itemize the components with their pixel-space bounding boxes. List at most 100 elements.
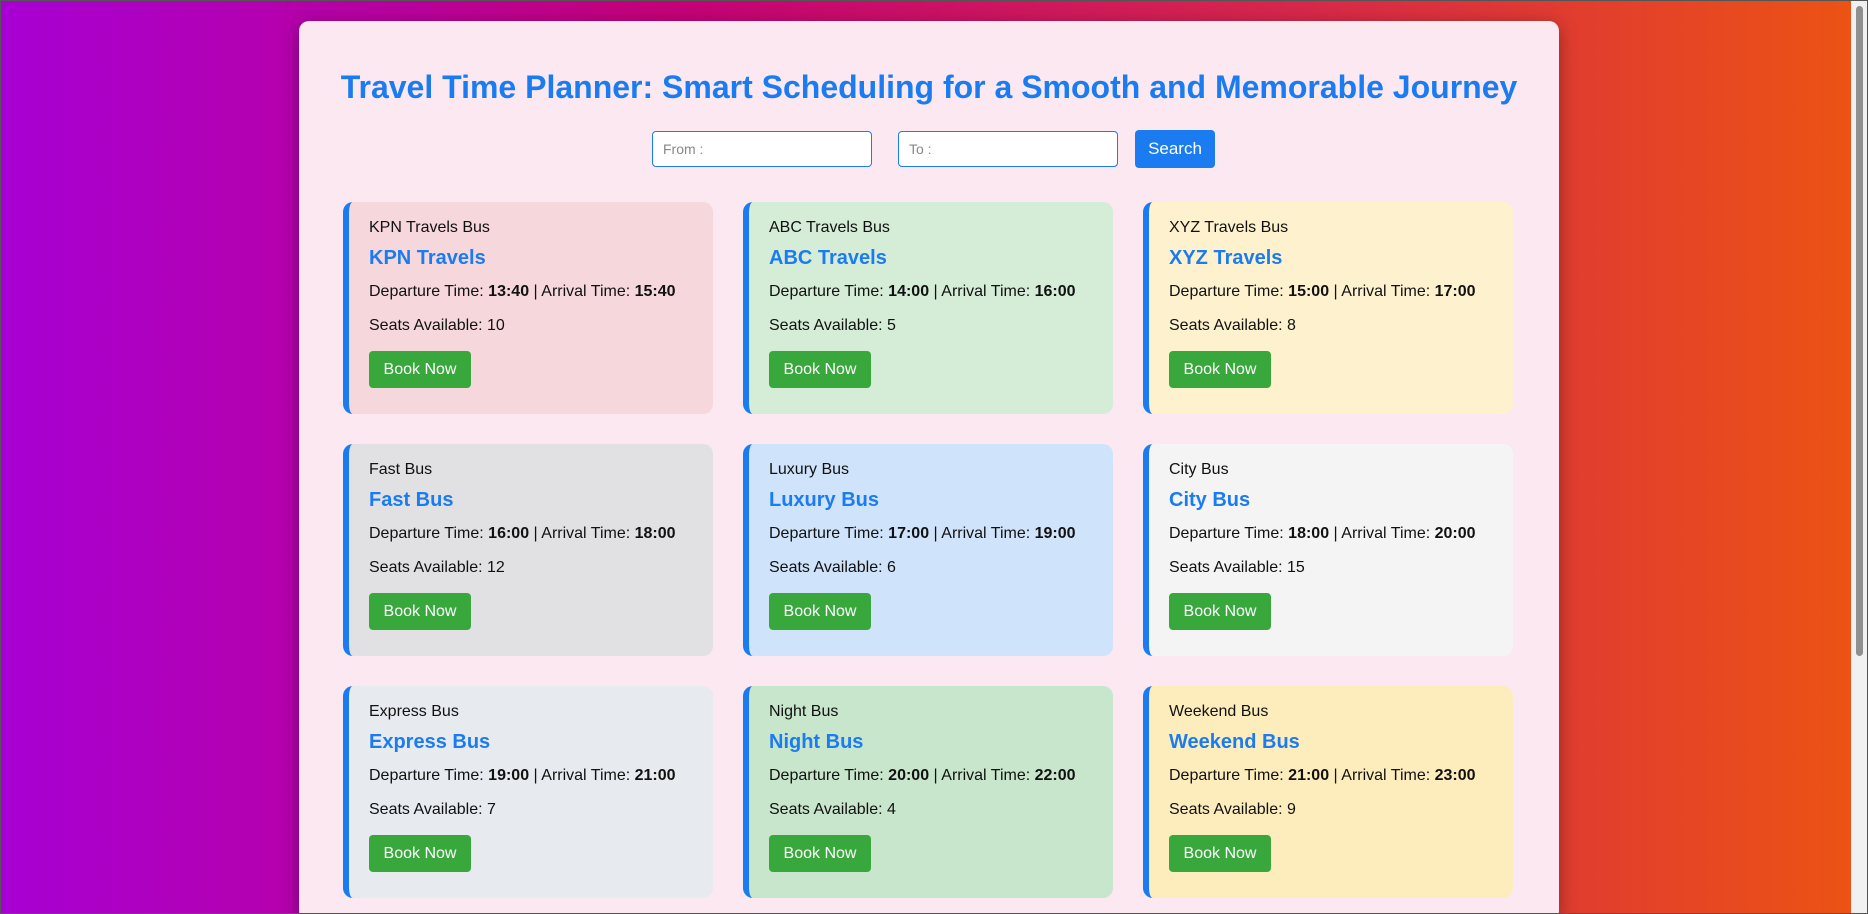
book-now-button[interactable]: Book Now — [1169, 593, 1271, 630]
arrival-time: 20:00 — [1434, 525, 1476, 542]
seats-available: Seats Available: 8 — [1169, 316, 1493, 336]
time-separator: | — [933, 525, 938, 542]
vertical-scrollbar[interactable] — [1851, 0, 1868, 914]
seats-label: Seats Available: — [369, 317, 483, 334]
departure-label: Departure Time: — [769, 767, 884, 784]
bus-schedule: Departure Time: 21:00 | Arrival Time: 23… — [1169, 766, 1493, 786]
departure-label: Departure Time: — [369, 767, 484, 784]
book-now-button[interactable]: Book Now — [369, 593, 471, 630]
seats-available: Seats Available: 5 — [769, 316, 1093, 336]
time-separator: | — [933, 283, 938, 300]
bus-schedule: Departure Time: 16:00 | Arrival Time: 18… — [369, 524, 693, 544]
arrival-time: 17:00 — [1434, 283, 1476, 300]
seats-available: Seats Available: 7 — [369, 800, 693, 820]
seats-label: Seats Available: — [1169, 559, 1283, 576]
time-separator: | — [533, 767, 538, 784]
search-button[interactable]: Search — [1135, 130, 1215, 168]
seats-count: 6 — [887, 559, 896, 576]
bus-schedule: Departure Time: 20:00 | Arrival Time: 22… — [769, 766, 1093, 786]
bus-card: City Bus City Bus Departure Time: 18:00 … — [1143, 444, 1513, 656]
arrival-time: 16:00 — [1034, 283, 1076, 300]
seats-label: Seats Available: — [769, 317, 883, 334]
bus-image: XYZ Travels Bus — [1169, 219, 1289, 236]
seats-available: Seats Available: 15 — [1169, 558, 1493, 578]
departure-label: Departure Time: — [369, 283, 484, 300]
seats-label: Seats Available: — [1169, 801, 1283, 818]
bus-card: KPN Travels Bus KPN Travels Departure Ti… — [343, 202, 713, 414]
seats-count: 12 — [487, 559, 505, 576]
arrival-label: Arrival Time: — [941, 525, 1031, 542]
arrival-label: Arrival Time: — [541, 283, 631, 300]
departure-label: Departure Time: — [1169, 283, 1284, 300]
departure-label: Departure Time: — [769, 525, 884, 542]
bus-card-grid: KPN Travels Bus KPN Travels Departure Ti… — [343, 202, 1515, 898]
seats-count: 4 — [887, 801, 896, 818]
time-separator: | — [1333, 283, 1338, 300]
departure-time: 21:00 — [1288, 767, 1330, 784]
time-separator: | — [1333, 525, 1338, 542]
bus-image: Night Bus — [769, 703, 839, 720]
bus-name: City Bus — [1169, 489, 1251, 511]
bus-card: ABC Travels Bus ABC Travels Departure Ti… — [743, 202, 1113, 414]
arrival-time: 22:00 — [1034, 767, 1076, 784]
time-separator: | — [1333, 767, 1338, 784]
book-now-button[interactable]: Book Now — [1169, 351, 1271, 388]
main-container: Travel Time Planner: Smart Scheduling fo… — [299, 21, 1559, 914]
time-separator: | — [533, 525, 538, 542]
book-now-button[interactable]: Book Now — [769, 835, 871, 872]
page-title: Travel Time Planner: Smart Scheduling fo… — [340, 69, 1518, 105]
bus-name: XYZ Travels — [1169, 247, 1283, 269]
bus-schedule: Departure Time: 17:00 | Arrival Time: 19… — [769, 524, 1093, 544]
from-input[interactable] — [652, 131, 872, 167]
bus-name: Luxury Bus — [769, 489, 880, 511]
bus-image: KPN Travels Bus — [369, 219, 490, 236]
bus-image: City Bus — [1169, 461, 1229, 478]
departure-time: 20:00 — [888, 767, 930, 784]
departure-time: 18:00 — [1288, 525, 1330, 542]
bus-image: Luxury Bus — [769, 461, 850, 478]
bus-card: Luxury Bus Luxury Bus Departure Time: 17… — [743, 444, 1113, 656]
seats-label: Seats Available: — [769, 801, 883, 818]
bus-name: Weekend Bus — [1169, 731, 1300, 753]
scrollbar-thumb[interactable] — [1856, 6, 1863, 656]
seats-label: Seats Available: — [769, 559, 883, 576]
departure-label: Departure Time: — [369, 525, 484, 542]
bus-card: Weekend Bus Weekend Bus Departure Time: … — [1143, 686, 1513, 898]
arrival-label: Arrival Time: — [941, 767, 1031, 784]
bus-card: XYZ Travels Bus XYZ Travels Departure Ti… — [1143, 202, 1513, 414]
bus-schedule: Departure Time: 14:00 | Arrival Time: 16… — [769, 282, 1093, 302]
arrival-label: Arrival Time: — [1341, 283, 1431, 300]
bus-card: Night Bus Night Bus Departure Time: 20:0… — [743, 686, 1113, 898]
book-now-button[interactable]: Book Now — [369, 351, 471, 388]
arrival-time: 23:00 — [1434, 767, 1476, 784]
bus-name: Express Bus — [369, 731, 491, 753]
arrival-label: Arrival Time: — [541, 767, 631, 784]
seats-label: Seats Available: — [1169, 317, 1283, 334]
seats-count: 7 — [487, 801, 496, 818]
book-now-button[interactable]: Book Now — [369, 835, 471, 872]
seats-count: 8 — [1287, 317, 1296, 334]
bus-image: Fast Bus — [369, 461, 433, 478]
arrival-label: Arrival Time: — [1341, 525, 1431, 542]
seats-available: Seats Available: 9 — [1169, 800, 1493, 820]
arrival-time: 21:00 — [634, 767, 676, 784]
departure-label: Departure Time: — [1169, 525, 1284, 542]
arrival-label: Arrival Time: — [1341, 767, 1431, 784]
departure-time: 17:00 — [888, 525, 930, 542]
seats-count: 9 — [1287, 801, 1296, 818]
bus-image: Weekend Bus — [1169, 703, 1269, 720]
bus-card: Fast Bus Fast Bus Departure Time: 16:00 … — [343, 444, 713, 656]
book-now-button[interactable]: Book Now — [1169, 835, 1271, 872]
bus-name: KPN Travels — [369, 247, 486, 269]
book-now-button[interactable]: Book Now — [769, 593, 871, 630]
departure-time: 13:40 — [488, 283, 530, 300]
seats-count: 15 — [1287, 559, 1305, 576]
book-now-button[interactable]: Book Now — [769, 351, 871, 388]
bus-schedule: Departure Time: 19:00 | Arrival Time: 21… — [369, 766, 693, 786]
search-bar: Search — [299, 130, 1559, 170]
to-input[interactable] — [898, 131, 1118, 167]
bus-image: ABC Travels Bus — [769, 219, 890, 236]
seats-count: 5 — [887, 317, 896, 334]
arrival-label: Arrival Time: — [541, 525, 631, 542]
arrival-time: 19:00 — [1034, 525, 1076, 542]
